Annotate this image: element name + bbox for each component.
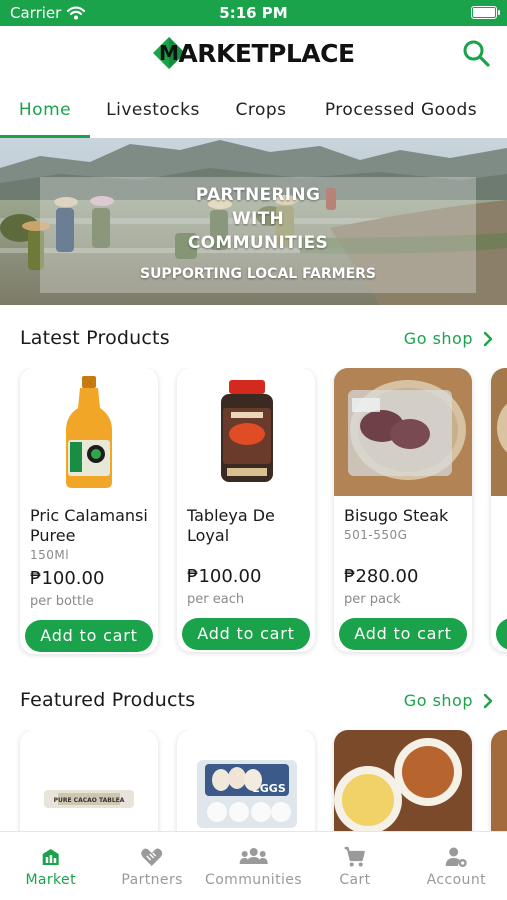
banner-title: PARTNERING WITH COMMUNITIES <box>187 185 329 253</box>
banner-subtitle: SUPPORTING LOCAL FARMERS <box>139 266 377 282</box>
battery-icon <box>471 6 500 19</box>
product-size: 150Ml <box>30 548 70 562</box>
tab-home-label: Home <box>18 100 72 120</box>
status-bar: Carrier 5:16 PM <box>0 0 507 26</box>
product-card[interactable] <box>491 368 507 652</box>
product-unit: per pack <box>344 592 401 607</box>
logo-text: ARKETPLACE <box>178 38 355 68</box>
featured-products-title: Featured Products <box>20 689 196 711</box>
bottom-nav: Market Partners Communities Cart Account <box>0 831 507 900</box>
hero-banner[interactable]: PARTNERING WITH COMMUNITIES SUPPORTING L… <box>0 138 507 305</box>
nav-partners[interactable]: Partners <box>101 832 202 900</box>
product-price: ₱100.00 <box>30 568 105 589</box>
product-price: ₱280.00 <box>344 566 419 587</box>
tab-crops-label: Crops <box>235 100 287 120</box>
add-to-cart-button-partial[interactable] <box>496 618 507 650</box>
tab-processed-goods[interactable]: Processed Goods <box>306 82 496 138</box>
tab-processed-goods-label: Processed Goods <box>324 100 478 120</box>
market-icon <box>42 849 59 865</box>
latest-products-list: Pric Calamansi Puree 150Ml ₱100.00 per b… <box>0 368 507 658</box>
account-gear-icon <box>445 847 467 867</box>
people-icon <box>239 848 268 864</box>
product-image-partial <box>491 368 507 496</box>
featured-go-shop-link[interactable]: Go shop <box>404 691 493 710</box>
go-shop-label: Go shop <box>403 691 473 710</box>
latest-products-title: Latest Products <box>20 327 170 349</box>
product-card[interactable] <box>334 730 472 831</box>
nav-communities-label: Communities <box>205 872 302 888</box>
nav-cart[interactable]: Cart <box>304 832 405 900</box>
add-to-cart-button[interactable]: Add to cart <box>25 620 153 652</box>
product-card[interactable]: Bisugo Steak 501-550G ₱280.00 per pack A… <box>334 368 472 652</box>
product-image-tableya <box>177 368 315 496</box>
nav-market[interactable]: Market <box>0 832 101 900</box>
latest-go-shop-link[interactable]: Go shop <box>404 329 493 348</box>
marketplace-logo: M ARKETPLACE <box>0 36 507 70</box>
product-image-calamansi <box>20 368 158 496</box>
featured-products-list: PURE CACAO TABLEA EGGS <box>0 730 507 831</box>
status-time: 5:16 PM <box>219 4 288 22</box>
product-card[interactable] <box>491 730 507 831</box>
product-unit: per each <box>187 592 245 607</box>
nav-cart-label: Cart <box>339 872 371 888</box>
add-to-cart-button[interactable]: Add to cart <box>339 618 467 650</box>
logo-letter: M <box>159 41 179 65</box>
product-price: ₱100.00 <box>187 566 262 587</box>
product-image-food-bowls <box>334 730 472 831</box>
tab-crops[interactable]: Crops <box>216 82 306 138</box>
featured-products-header: Featured Products Go shop <box>0 687 507 717</box>
tab-home[interactable]: Home <box>0 82 90 138</box>
product-image-cacao-tablea: PURE CACAO TABLEA <box>20 730 158 831</box>
search-icon[interactable] <box>461 38 491 68</box>
product-image-eggs: EGGS <box>177 730 315 831</box>
go-shop-label: Go shop <box>403 329 473 348</box>
handshake-heart-icon <box>141 848 163 866</box>
app-header: M ARKETPLACE <box>0 26 507 82</box>
product-name: Bisugo Steak <box>344 506 449 525</box>
nav-market-label: Market <box>25 872 76 888</box>
cacao-package-label: PURE CACAO TABLEA <box>54 797 125 804</box>
tab-livestocks[interactable]: Livestocks <box>90 82 216 138</box>
nav-account[interactable]: Account <box>406 832 507 900</box>
product-card[interactable]: PURE CACAO TABLEA <box>20 730 158 831</box>
add-to-cart-button[interactable]: Add to cart <box>182 618 310 650</box>
product-name: Tableya De Loyal <box>187 506 275 545</box>
nav-communities[interactable]: Communities <box>203 832 304 900</box>
chevron-right-icon <box>483 693 493 708</box>
tab-livestocks-label: Livestocks <box>106 100 200 120</box>
product-name: Pric Calamansi Puree <box>30 506 148 545</box>
nav-account-label: Account <box>426 872 486 888</box>
category-tabs: Home Livestocks Crops Processed Goods <box>0 82 507 138</box>
product-card[interactable]: Tableya De Loyal ₱100.00 per each Add to… <box>177 368 315 652</box>
product-image-partial <box>491 730 507 831</box>
product-unit: per bottle <box>30 594 94 609</box>
product-size: 501-550G <box>344 528 408 542</box>
latest-products-header: Latest Products Go shop <box>0 325 507 355</box>
product-card[interactable]: Pric Calamansi Puree 150Ml ₱100.00 per b… <box>20 368 158 654</box>
product-image-bisugo-steak <box>334 368 472 496</box>
product-card[interactable]: EGGS <box>177 730 315 831</box>
nav-partners-label: Partners <box>121 872 183 888</box>
cart-icon <box>344 846 366 867</box>
chevron-right-icon <box>483 331 493 346</box>
